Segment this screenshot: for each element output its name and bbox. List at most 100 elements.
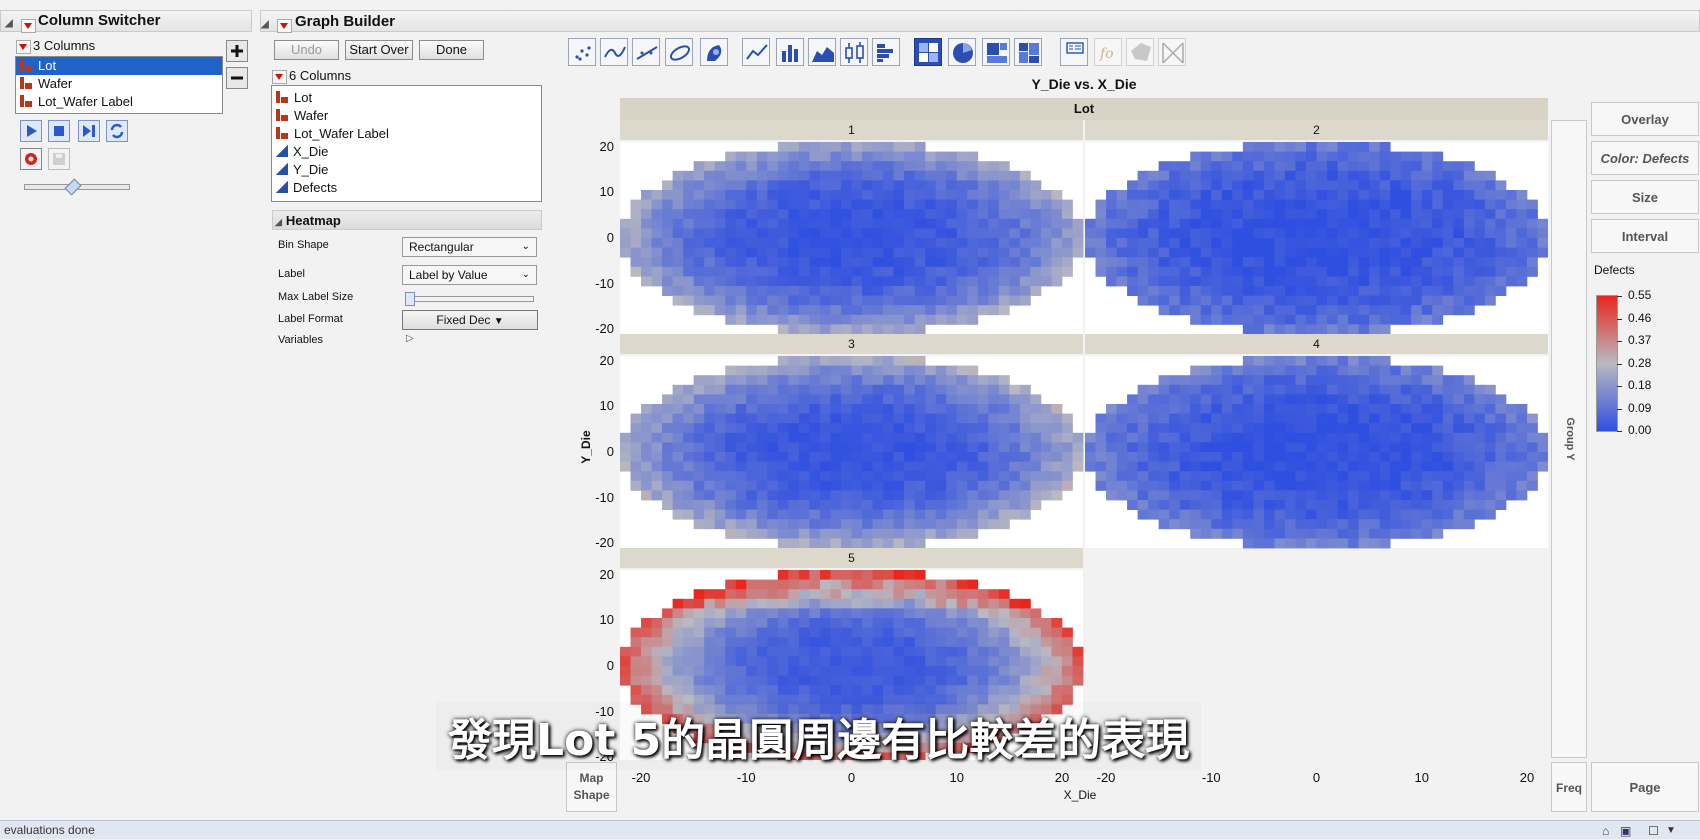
group-y-zone[interactable]: Group Y (1551, 120, 1587, 758)
size-zone[interactable]: Size (1591, 180, 1699, 214)
heatmap-cell (767, 413, 779, 424)
panel-icon[interactable]: ☐ (1648, 822, 1659, 840)
disclosure-icon[interactable]: ◢ (275, 217, 282, 227)
speed-slider-thumb[interactable] (64, 178, 82, 196)
add-column-button[interactable] (226, 40, 248, 62)
line-tool-button[interactable] (742, 38, 770, 66)
red-triangle-menu-icon[interactable] (21, 19, 36, 34)
caption-box-tool-button[interactable] (1060, 38, 1088, 66)
freq-zone[interactable]: Freq (1551, 762, 1587, 812)
speed-slider[interactable] (24, 178, 130, 196)
play-button[interactable] (20, 120, 42, 142)
heatmap-cell (862, 142, 873, 152)
line-of-fit-tool-button[interactable] (632, 38, 660, 66)
list-item[interactable]: Lot_Wafer Label (272, 125, 541, 143)
disclosure-icon[interactable]: ◢ (5, 13, 13, 35)
map-shape-tool-button[interactable] (1126, 38, 1154, 66)
stop-button[interactable] (48, 120, 70, 142)
heatmap-cell (1284, 190, 1296, 200)
remove-column-button[interactable] (226, 67, 248, 89)
list-item[interactable]: Y_Die (272, 161, 541, 179)
heatmap-panel-3[interactable] (620, 356, 1084, 549)
start-over-button[interactable]: Start Over (345, 40, 413, 60)
label-select[interactable]: Label by Value ⌄ (402, 265, 537, 285)
list-item[interactable]: X_Die (272, 143, 541, 161)
red-triangle-menu-icon[interactable] (272, 69, 287, 84)
overlay-zone[interactable]: Overlay (1591, 102, 1699, 136)
heatmap-panel-2[interactable] (1085, 142, 1548, 335)
max-label-size-slider[interactable] (405, 292, 534, 306)
home-icon[interactable]: ⌂ (1602, 822, 1609, 840)
heatmap-cell (893, 528, 905, 539)
area-tool-button[interactable] (808, 38, 836, 66)
heatmap-panel-4[interactable] (1085, 356, 1548, 549)
color-zone[interactable]: Color: Defects (1591, 141, 1699, 175)
list-item[interactable]: Defects (272, 179, 541, 197)
mosaic-tool-button[interactable] (1014, 38, 1042, 66)
histogram-tool-button[interactable] (872, 38, 900, 66)
smoother-tool-button[interactable] (600, 38, 628, 66)
list-item[interactable]: Wafer (16, 75, 222, 93)
formula-tool-button[interactable]: fo (1094, 38, 1122, 66)
disclosure-icon[interactable]: ◢ (261, 14, 269, 36)
loop-button[interactable] (106, 120, 128, 142)
heatmap-cell (1051, 685, 1063, 696)
y-axis-label[interactable]: Y_Die (579, 427, 593, 467)
heatmap-cell (893, 675, 905, 686)
list-item[interactable]: Lot (272, 89, 541, 107)
red-triangle-menu-icon[interactable] (16, 39, 31, 54)
red-triangle-menu-icon[interactable] (277, 19, 292, 34)
heatmap-cell (1337, 519, 1349, 530)
parallel-tool-button[interactable] (1158, 38, 1186, 66)
max-label-size-slider-thumb[interactable] (405, 292, 415, 306)
variables-expand-icon[interactable]: ▷ (406, 333, 414, 344)
interval-zone[interactable]: Interval (1591, 219, 1699, 253)
save-button[interactable] (48, 148, 70, 170)
done-button[interactable]: Done (419, 40, 484, 60)
heatmap-plot[interactable] (620, 120, 1548, 760)
heatmap-cell (1390, 276, 1402, 287)
heatmap-cell (914, 685, 926, 696)
points-tool-button[interactable] (568, 38, 596, 66)
heatmap-cell (651, 423, 663, 434)
heatmap-cell (1190, 257, 1202, 268)
heatmap-cell (1400, 365, 1412, 376)
step-button[interactable] (78, 120, 100, 142)
window-icon[interactable]: ▣ (1620, 822, 1631, 840)
heatmap-cell (777, 276, 789, 287)
heatmap-cell (819, 324, 831, 335)
graph-builder-header[interactable]: ◢ Graph Builder (260, 10, 1700, 34)
switcher-column-list[interactable]: Lot Wafer Lot_Wafer Label (15, 56, 223, 114)
heatmap-cell (1369, 413, 1381, 424)
heatmap-cell (1211, 286, 1223, 296)
label-format-button[interactable]: Fixed Dec ▼ (402, 310, 538, 330)
bin-shape-select[interactable]: Rectangular ⌄ (402, 237, 537, 257)
heatmap-cell (1358, 266, 1370, 277)
bar-tool-button[interactable] (776, 38, 804, 66)
caret-down-icon[interactable]: ▼ (1666, 822, 1676, 840)
wrap-header[interactable]: Lot (620, 98, 1548, 120)
list-item[interactable]: Lot_Wafer Label (16, 93, 222, 111)
contour-tool-button[interactable] (700, 38, 728, 66)
list-item[interactable]: Lot (16, 57, 222, 75)
undo-button[interactable]: Undo (274, 40, 339, 60)
heatmap-section-header[interactable]: ◢ Heatmap (272, 210, 542, 230)
list-item[interactable]: Wafer (272, 107, 541, 125)
heatmap-panel-1[interactable] (620, 142, 1084, 335)
pie-tool-button[interactable] (948, 38, 976, 66)
columns-list[interactable]: Lot Wafer Lot_Wafer Label X_Die Y_Die De… (271, 85, 542, 202)
heatmap-tool-button[interactable] (914, 38, 942, 66)
ellipse-tool-button[interactable] (665, 38, 693, 66)
heatmap-cell (1495, 432, 1507, 443)
record-button[interactable] (20, 148, 42, 170)
heatmap-cell (714, 161, 726, 172)
heatmap-cell (1442, 442, 1454, 453)
x-axis-label[interactable]: X_Die (1030, 788, 1130, 802)
heatmap-cell (1390, 394, 1402, 405)
page-zone[interactable]: Page (1591, 762, 1699, 812)
column-switcher-header[interactable]: ◢ Column Switcher (0, 10, 252, 35)
box-plot-tool-button[interactable] (840, 38, 868, 66)
heatmap-cell (683, 218, 695, 229)
heatmap-cell (704, 452, 716, 462)
treemap-tool-button[interactable] (982, 38, 1010, 66)
